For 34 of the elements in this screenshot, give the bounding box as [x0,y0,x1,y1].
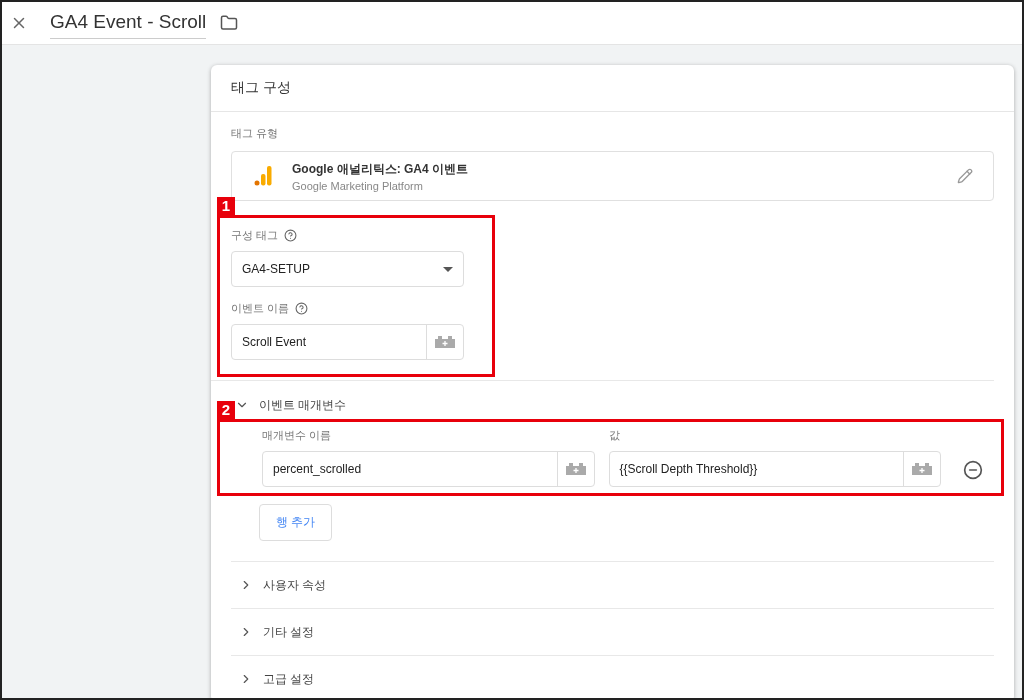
annotation-badge: 2 [217,401,235,419]
edit-icon[interactable] [957,168,973,184]
variable-icon [912,463,932,475]
variable-icon [565,463,586,475]
section-title[interactable]: 고급 설정 [263,670,315,688]
field-label: 구성 태그 [231,228,279,243]
variable-icon [435,336,455,348]
section-title[interactable]: 이벤트 매개변수 [259,396,347,414]
annotation-badge: 1 [217,197,235,215]
bar-chart-icon [254,166,272,186]
help-icon[interactable] [284,229,298,242]
column-label: 매개변수 이름 [262,428,332,443]
card-title: 태그 구성 [211,65,1014,112]
tag-type-provider: Google Marketing Platform [292,179,424,192]
add-row-button[interactable]: 행 추가 [259,504,333,541]
tag-name-field[interactable]: GA4 Event - Scroll [50,7,207,39]
field-value: Scroll Event [241,334,308,351]
field-value: percent_scrolled [272,461,363,478]
config-tag-select[interactable]: GA4-SETUP [231,251,464,287]
field-label: 태그 유형 [231,126,279,141]
section-title[interactable]: 기타 설정 [263,623,315,641]
column-label: 값 [608,428,620,443]
parameter-value-field[interactable]: {{Scroll Depth Threshold}} [608,451,941,487]
help-icon[interactable] [295,302,309,315]
tag-type-box[interactable]: Google 애널리틱스: GA4 이벤트 Google Marketing Platform [231,151,994,201]
tag-type-name: Google 애널리틱스: GA4 이벤트 [292,160,469,178]
section-title[interactable]: 사용자 속성 [263,576,327,594]
field-value: {{Scroll Depth Threshold}} [618,461,759,478]
remove-icon[interactable] [963,460,983,480]
field-label: 이벤트 이름 [231,301,290,316]
dropdown-arrow-icon [443,266,453,272]
parameter-name-field[interactable]: percent_scrolled [262,451,595,487]
folder-icon[interactable] [220,14,239,32]
event-name-field[interactable]: Scroll Event [231,324,464,360]
